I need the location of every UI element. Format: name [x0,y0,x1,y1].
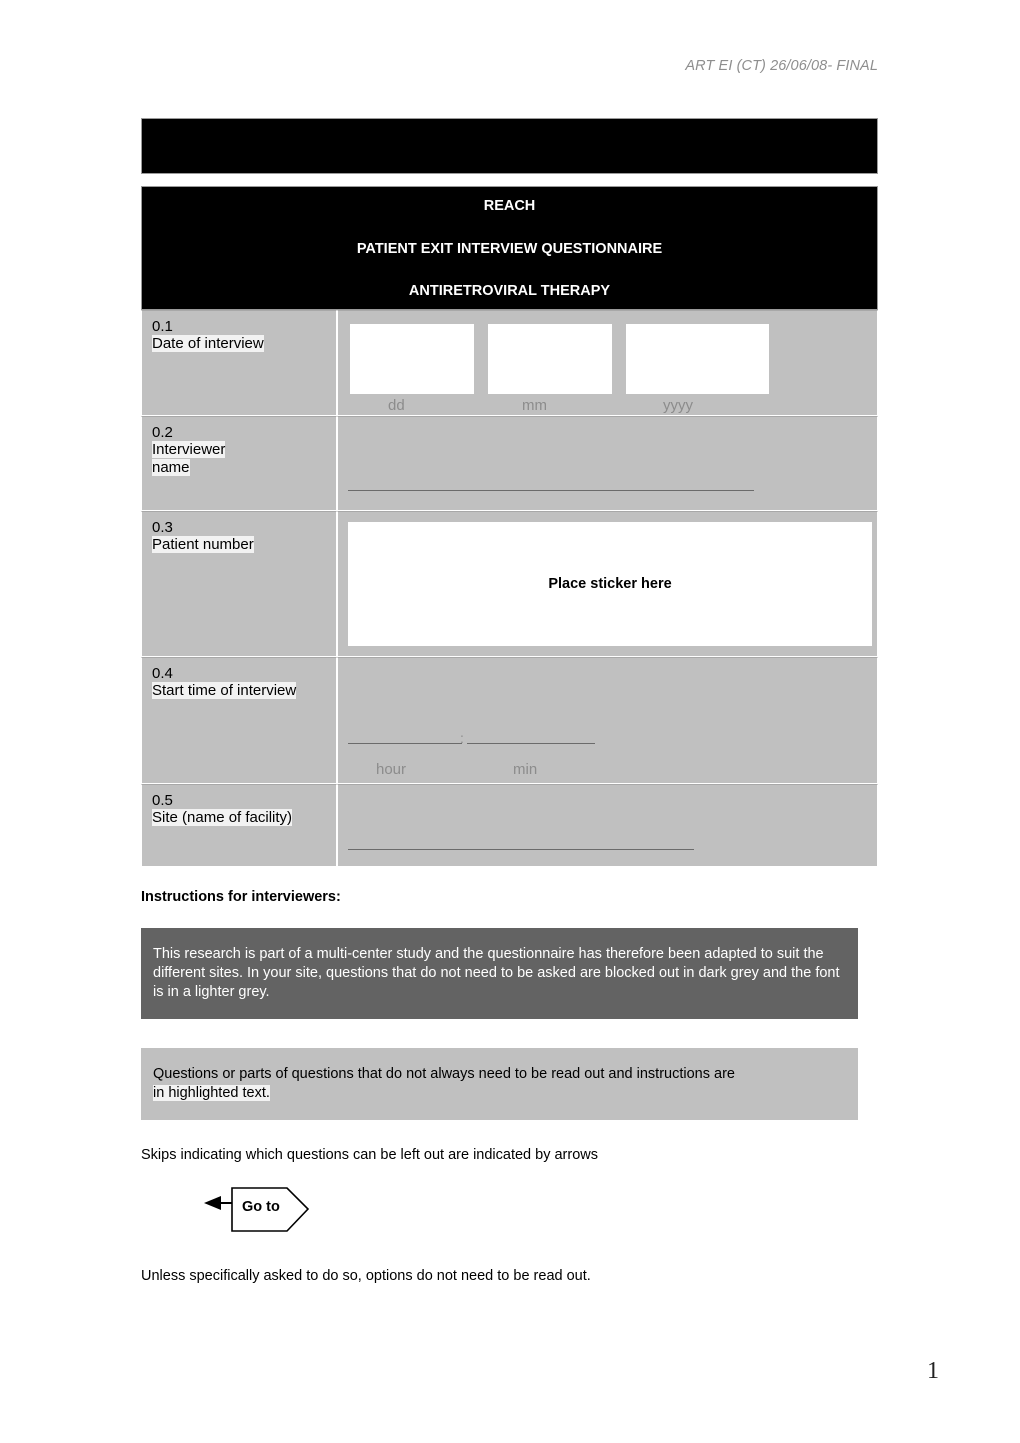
start-time-group: : hour min [338,658,877,783]
date-month-caption: mm [522,396,547,414]
row-value-0-2 [337,415,878,511]
row-value-0-1: dd mm yyyy [337,309,878,416]
row-label-0-5: 0.5 Site (name of facility) [141,783,337,867]
instructions-heading: Instructions for interviewers: [141,888,341,905]
date-year-caption: yyyy [663,396,693,414]
date-entry-group: dd mm yyyy [338,311,877,415]
question-label-0-2-line1: Interviewer [152,441,226,459]
row-value-0-5 [337,783,878,867]
question-number-0-4: 0.4 [152,664,173,682]
start-time-hour-caption: hour [376,760,407,778]
question-label-0-4: Start time of interview [152,682,297,700]
question-label-0-1: Date of interview [152,335,264,353]
sticker-instruction-text: Place sticker here [548,575,672,592]
site-group [338,785,877,866]
goto-arrow-group: Go to [184,1181,324,1237]
sticker-drop-area[interactable]: Place sticker here [348,521,872,646]
start-time-min-caption: min [513,760,538,778]
question-number-0-2: 0.2 [152,423,173,441]
question-number-0-5: 0.5 [152,791,173,809]
question-number-0-1: 0.1 [152,317,173,335]
question-number-0-3: 0.3 [152,518,173,536]
title-line-therapy: ANTIRETROVIRAL THERAPY [408,283,611,299]
title-line-reach: REACH [483,198,536,214]
row-label-0-1: 0.1 Date of interview [141,309,337,416]
table-row-date-of-interview: 0.1 Date of interview dd mm yyyy [141,309,878,416]
row-value-0-4: : hour min [337,656,878,784]
start-time-min-input-line[interactable] [467,742,595,744]
questionnaire-title-block: REACH PATIENT EXIT INTERVIEW QUESTIONNAI… [141,186,878,310]
page-number: 1 [927,1358,939,1384]
table-row-patient-number: 0.3 Patient number Place sticker here [141,510,878,657]
row-label-0-2: 0.2 Interviewer name [141,415,337,511]
instructions-skips-note: Skips indicating which questions can be … [141,1147,599,1164]
question-label-0-3: Patient number [152,536,254,554]
instructions-dark-grey-box: This research is part of a multi-center … [141,927,858,1019]
site-name-input-line[interactable] [348,848,694,850]
instructions-light-text: Questions or parts of questions that do … [153,1065,735,1082]
title-line-questionnaire: PATIENT EXIT INTERVIEW QUESTIONNAIRE [356,240,663,257]
question-label-0-2-line2: name [152,458,190,476]
instructions-light-grey-box: Questions or parts of questions that do … [141,1047,858,1121]
date-day-input[interactable] [350,323,474,394]
row-label-0-4: 0.4 Start time of interview [141,656,337,784]
document-running-header: ART EI (CT) 26/06/08- FINAL [685,58,878,74]
table-row-interviewer-name: 0.2 Interviewer name [141,415,878,511]
sticker-group: Place sticker here [338,512,877,656]
top-black-banner [141,118,878,174]
row-label-0-3: 0.3 Patient number [141,510,337,657]
table-row-site: 0.5 Site (name of facility) [141,783,878,867]
date-month-input[interactable] [488,323,612,394]
start-time-hour-input-line[interactable] [348,742,462,744]
row-value-0-3: Place sticker here [337,510,878,657]
instructions-highlighted-text: in highlighted text. [153,1085,270,1101]
interviewer-name-group [338,417,877,510]
date-day-caption: dd [388,396,405,414]
date-year-input[interactable] [626,323,769,394]
interviewer-name-input-line[interactable] [348,489,754,491]
goto-arrow-label: Go to [242,1199,280,1216]
question-label-0-5: Site (name of facility) [152,809,293,827]
time-separator: : [460,729,464,746]
title-block-row: REACH PATIENT EXIT INTERVIEW QUESTIONNAI… [141,186,878,310]
instructions-options-note: Unless specifically asked to do so, opti… [141,1268,591,1285]
cover-form-table: REACH PATIENT EXIT INTERVIEW QUESTIONNAI… [141,186,878,867]
page-body: REACH PATIENT EXIT INTERVIEW QUESTIONNAI… [141,118,878,1284]
table-row-start-time: 0.4 Start time of interview : hour min [141,656,878,784]
